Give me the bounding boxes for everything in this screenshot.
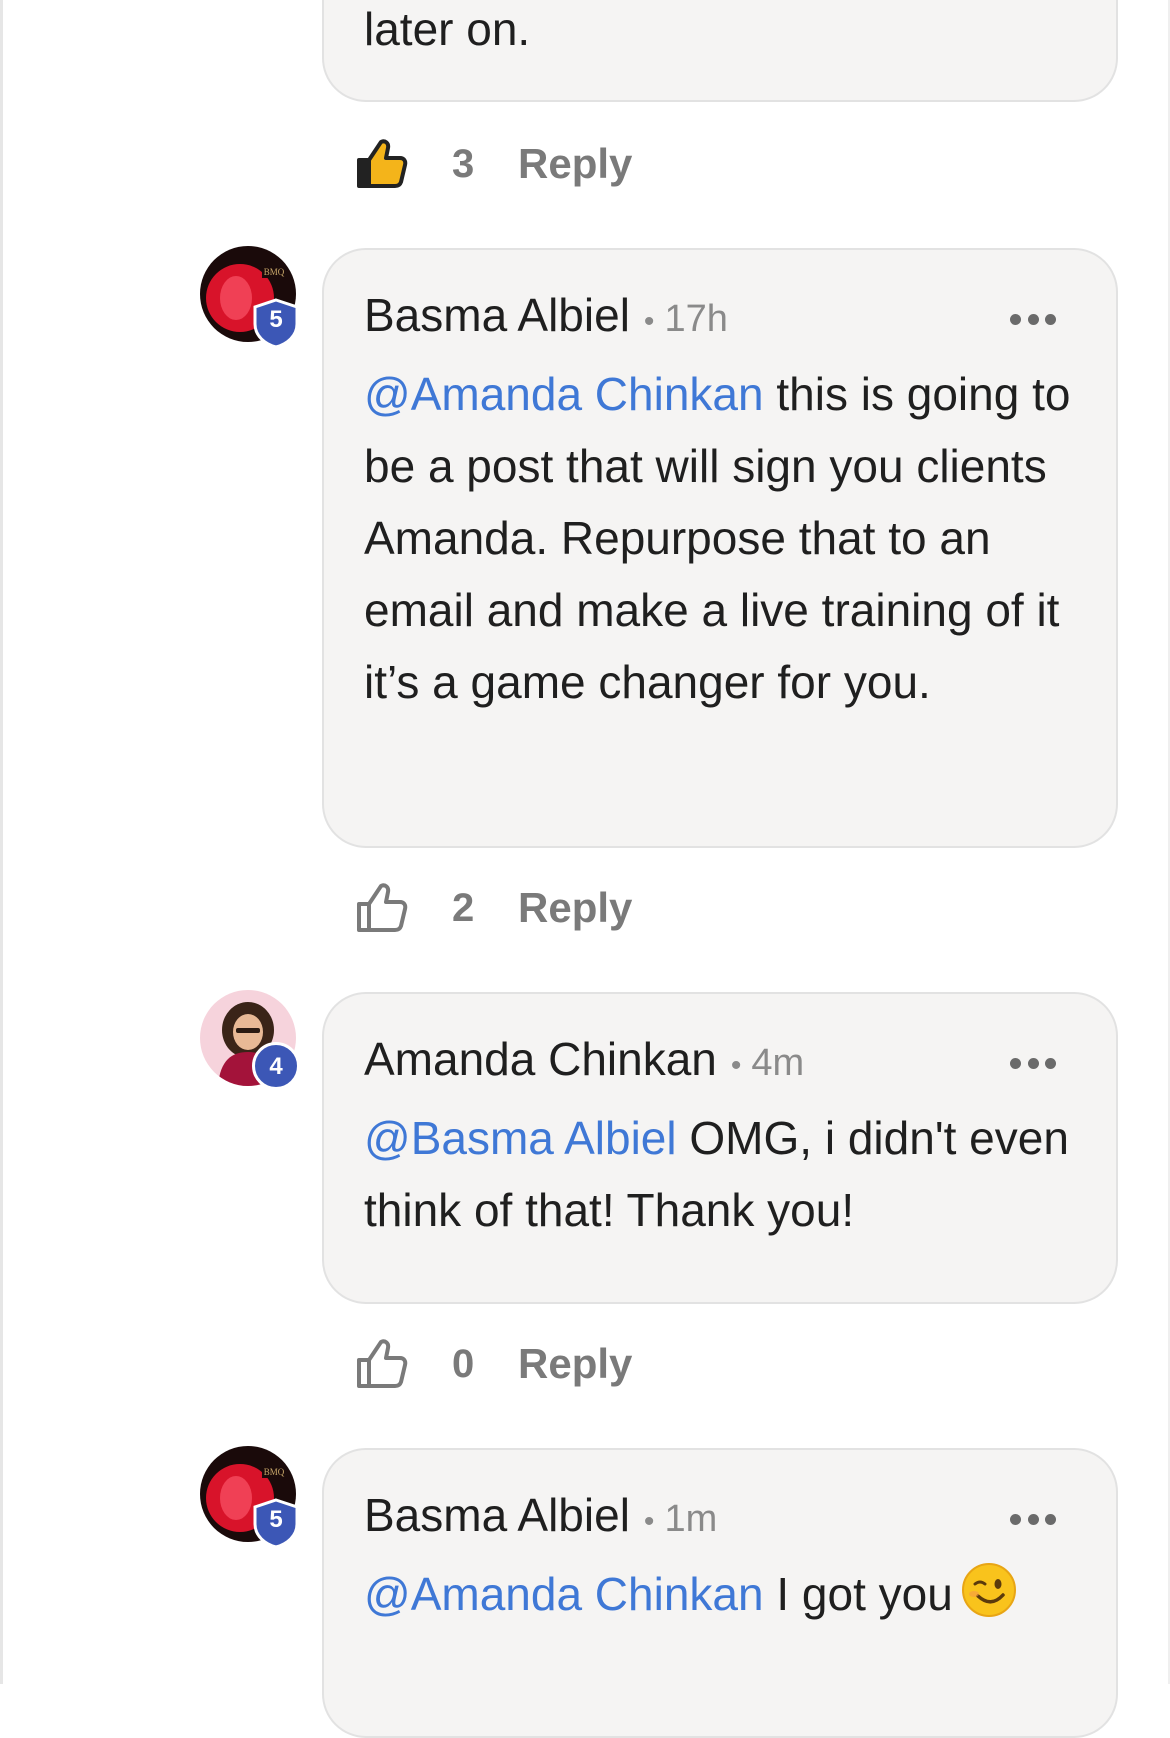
separator-dot: • (643, 1505, 655, 1538)
comment-header: Amanda Chinkan • 4m (364, 1032, 804, 1092)
more-options-icon[interactable] (1010, 1058, 1056, 1070)
author-name[interactable]: Amanda Chinkan (364, 1032, 717, 1086)
thumbs-up-icon[interactable] (354, 880, 410, 936)
reply-button[interactable]: Reply (518, 884, 632, 932)
comment-bubble: later on. (322, 0, 1118, 102)
thumbs-up-icon[interactable] (354, 136, 410, 192)
level-number: 5 (269, 1506, 283, 1533)
level-number: 5 (269, 306, 283, 333)
like-count: 3 (452, 141, 475, 186)
winking-face-emoji (961, 1563, 1016, 1617)
mention-link[interactable]: @Basma Albiel (364, 1112, 677, 1164)
comment-actions: 0 Reply (354, 1332, 632, 1396)
svg-text:BMQ: BMQ (264, 1467, 285, 1477)
separator-dot: • (643, 305, 655, 338)
comment-thread: later on. 3 Reply BMQ 5 Basma Albiel • 1… (0, 0, 1170, 1738)
thumbs-up-icon[interactable] (354, 1336, 410, 1392)
timestamp: 17h (664, 298, 728, 340)
reply-button[interactable]: Reply (518, 1340, 632, 1388)
svg-text:BMQ: BMQ (264, 267, 285, 277)
level-badge-number-wrap: 5 (253, 1498, 299, 1548)
comment-header: Basma Albiel • 17h (364, 288, 728, 348)
left-divider (0, 0, 3, 1684)
mention-link[interactable]: @Amanda Chinkan (364, 1568, 764, 1620)
more-options-icon[interactable] (1010, 314, 1056, 326)
level-badge-number-wrap: 5 (253, 298, 299, 348)
author-name[interactable]: Basma Albiel (364, 288, 630, 342)
comment-bubble: Amanda Chinkan • 4m @Basma Albiel OMG, i… (322, 992, 1118, 1304)
comment-header: Basma Albiel • 1m (364, 1488, 717, 1548)
comment-actions: 2 Reply (354, 876, 632, 940)
comment-bubble: Basma Albiel • 1m @Amanda Chinkan I got … (322, 1448, 1118, 1738)
separator-dot: • (730, 1049, 742, 1082)
timestamp: 1m (664, 1498, 718, 1540)
comment-text: later on. (364, 3, 531, 55)
more-options-icon[interactable] (1010, 1514, 1056, 1526)
comment-body: I got you (763, 1568, 953, 1620)
like-count: 2 (452, 885, 475, 930)
level-number: 4 (269, 1053, 283, 1080)
avatar[interactable]: BMQ 5 (200, 1446, 299, 1548)
reply-button[interactable]: Reply (518, 140, 632, 188)
comment-text: @Amanda Chinkan I got you (364, 1558, 1080, 1630)
timestamp: 4m (751, 1042, 805, 1084)
avatar[interactable]: BMQ 5 (200, 246, 299, 348)
avatar[interactable]: 4 (200, 990, 300, 1090)
comment-text: @Amanda Chinkan this is going to be a po… (364, 358, 1080, 718)
level-badge: 4 (252, 1042, 300, 1090)
author-name[interactable]: Basma Albiel (364, 1488, 630, 1542)
comment-bubble: Basma Albiel • 17h @Amanda Chinkan this … (322, 248, 1118, 848)
comment-actions: 3 Reply (354, 132, 632, 196)
mention-link[interactable]: @Amanda Chinkan (364, 368, 764, 420)
like-count: 0 (452, 1341, 475, 1386)
comment-text: @Basma Albiel OMG, i didn't even think o… (364, 1102, 1080, 1246)
